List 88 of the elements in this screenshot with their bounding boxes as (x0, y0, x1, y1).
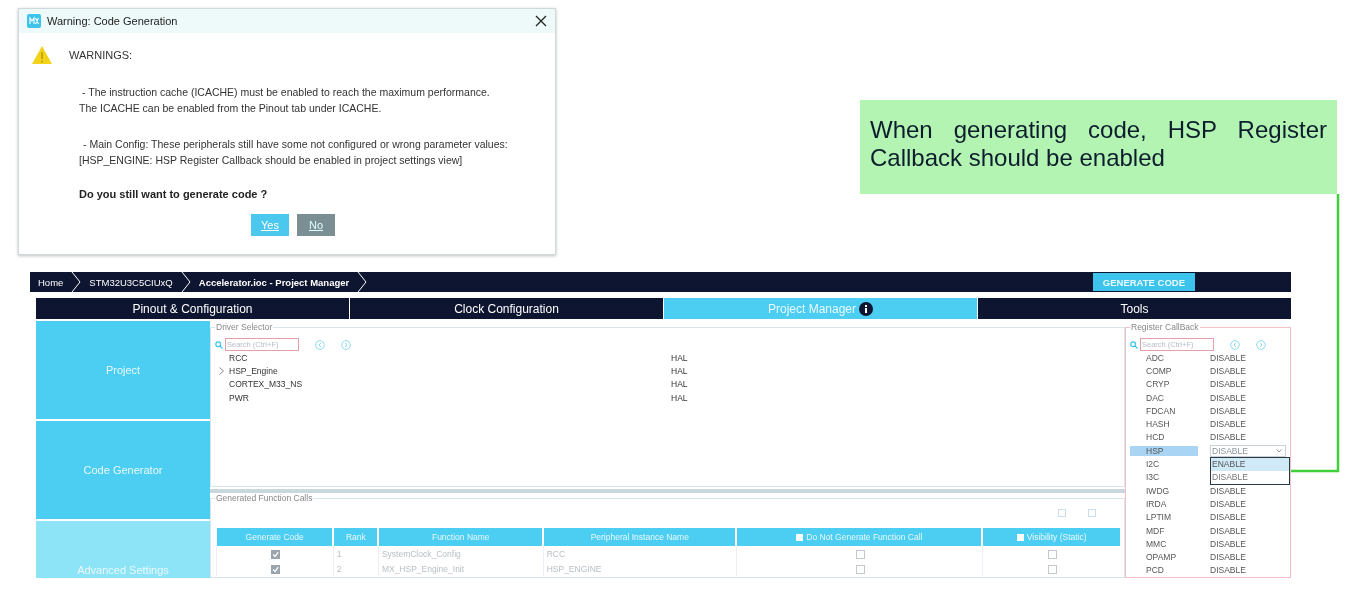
dropdown-option[interactable]: DISABLE (1211, 471, 1289, 485)
peripheral-name[interactable]: I3C (1130, 472, 1198, 483)
question-text: Do you still want to generate code ? (79, 188, 269, 200)
peripheral-name[interactable]: LPTIM (1130, 512, 1198, 523)
chevron-icon (71, 272, 82, 292)
peripheral-name[interactable]: OPAMP (1130, 552, 1198, 563)
table-cell: HSP_ENGINE (543, 561, 737, 576)
panel-title: Driver Selector (215, 322, 274, 332)
tab[interactable]: Pinout & Configuration (36, 298, 349, 319)
peripheral-name[interactable]: HCD (1130, 432, 1198, 443)
warning-text: The ICACHE can be enabled from the Pinout tab under ICACHE. (79, 101, 383, 116)
previous-icon (315, 339, 325, 350)
callback-value[interactable]: DISABLE (1210, 379, 1246, 390)
previous-icon (1230, 339, 1240, 350)
warning-text: - Main Config: These peripherals still have some not configured or wrong parameter values: (83, 137, 509, 152)
callback-value[interactable]: DISABLE (1210, 512, 1246, 523)
splitter-handle[interactable] (210, 489, 1125, 493)
callback-value[interactable]: DISABLE (1210, 405, 1246, 416)
callback-value[interactable]: DISABLE (1210, 392, 1246, 403)
search-icon (215, 340, 223, 349)
app-logo-icon (27, 14, 41, 28)
table-cell: 2 (333, 561, 379, 576)
table-cell: RCC (543, 546, 737, 561)
breadcrumb-link[interactable]: STM32U3C5CIUxQ (81, 276, 181, 288)
peripheral-name[interactable]: MMC (1130, 538, 1198, 549)
close-icon (535, 15, 547, 27)
peripheral-name[interactable]: HASH (1130, 419, 1198, 430)
driver-name[interactable]: CORTEX_M33_NS (227, 379, 671, 390)
next-icon (341, 339, 351, 350)
callback-value[interactable]: DISABLE (1210, 525, 1246, 536)
driver-value[interactable]: HAL (671, 365, 688, 376)
panel-title: Generated Function Calls (215, 493, 314, 503)
checkbox[interactable] (855, 549, 865, 559)
callback-value[interactable]: DISABLE (1210, 498, 1246, 509)
warning-heading: WARNINGS: (69, 49, 133, 61)
table-cell: SystemClock_Config (378, 546, 544, 561)
next-icon (1256, 339, 1266, 350)
move-up-icon (1058, 509, 1066, 517)
table-cell: MX_HSP_Engine_Init (378, 561, 544, 576)
peripheral-name[interactable]: ADC (1130, 352, 1198, 363)
chevron-icon (357, 272, 368, 292)
callback-value[interactable]: DISABLE (1210, 552, 1246, 563)
peripheral-name[interactable]: DAC (1130, 392, 1198, 403)
checkbox[interactable] (855, 564, 865, 574)
callback-value[interactable]: DISABLE (1210, 538, 1246, 549)
peripheral-name[interactable]: CRYP (1130, 379, 1198, 390)
chevron-icon (180, 272, 191, 292)
checkbox[interactable] (1047, 564, 1057, 574)
window-title: Warning: Code Generation (47, 15, 178, 27)
peripheral-name[interactable]: I2C (1130, 459, 1198, 469)
callout-note: When generating code, HSP Register Callback should be enabled (860, 100, 1337, 194)
callback-value[interactable]: DISABLE (1210, 432, 1246, 443)
breadcrumb-link[interactable]: Home (30, 276, 72, 288)
callback-value[interactable]: DISABLE (1210, 352, 1246, 363)
peripheral-name[interactable]: MDF (1130, 525, 1198, 536)
peripheral-name[interactable]: IRDA (1130, 498, 1198, 509)
callback-value[interactable]: DISABLE (1210, 419, 1246, 430)
peripheral-name[interactable]: FDCAN (1130, 405, 1198, 416)
caret-icon (1276, 448, 1282, 453)
callback-value[interactable]: DISABLE (1210, 565, 1246, 576)
warning-icon (31, 45, 53, 65)
checkbox[interactable] (1016, 534, 1024, 541)
tab[interactable]: Clock Configuration (350, 298, 663, 319)
dropdown-option[interactable]: ENABLE (1211, 458, 1289, 472)
panel-title: Register CallBack (1130, 322, 1200, 332)
driver-name[interactable]: PWR (227, 392, 671, 403)
driver-value[interactable]: HAL (671, 392, 688, 403)
breadcrumb-link[interactable]: Accelerator.ioc - Project Manager (190, 276, 358, 288)
checkbox[interactable] (271, 549, 281, 559)
callback-value[interactable]: DISABLE (1210, 365, 1246, 376)
checkbox[interactable] (1047, 549, 1057, 559)
checkbox[interactable] (271, 564, 281, 574)
driver-value[interactable]: HAL (671, 352, 688, 363)
peripheral-name[interactable]: HSP (1130, 445, 1198, 456)
tab[interactable]: Tools (978, 298, 1291, 319)
callback-value[interactable]: DISABLE (1210, 485, 1246, 496)
driver-name[interactable]: RCC (227, 352, 671, 363)
checkbox[interactable] (796, 534, 804, 541)
peripheral-name[interactable]: IWDG (1130, 485, 1198, 496)
search-icon (1130, 340, 1138, 349)
move-down-icon (1088, 509, 1096, 517)
warning-text: [HSP_ENGINE: HSP Register Callback should be enabled in project settings view] (79, 153, 464, 168)
driver-value[interactable]: HAL (671, 379, 688, 390)
peripheral-name[interactable]: COMP (1130, 365, 1198, 376)
driver-name[interactable]: HSP_Engine (227, 365, 671, 376)
peripheral-name[interactable]: PCD (1130, 565, 1198, 576)
table-cell: 1 (333, 546, 379, 561)
warning-text: - The instruction cache (ICACHE) must be enabled to reach the maximum performance. (82, 85, 491, 100)
